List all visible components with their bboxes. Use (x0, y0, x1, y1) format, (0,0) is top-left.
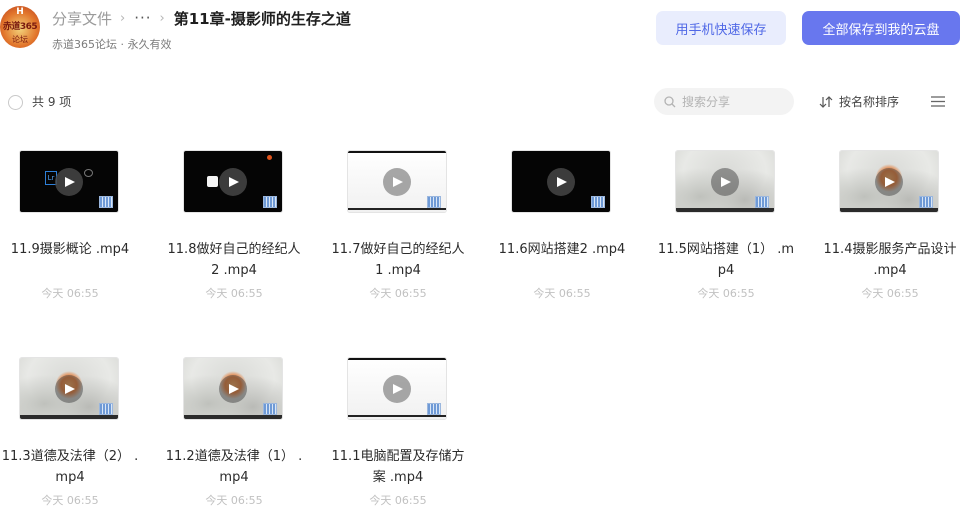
file-time: 今天 06:55 (369, 494, 427, 507)
dot-icon (267, 155, 272, 160)
sort-icon (819, 95, 833, 108)
search-box[interactable] (654, 88, 794, 115)
qr-code-icon (99, 403, 113, 415)
file-name[interactable]: 11.1电脑配置及存储方案 .mp4 (328, 446, 468, 488)
qr-code-icon (919, 196, 933, 208)
file-card[interactable]: Lr 11.9摄影概论 .mp4 今天 06:55 (0, 140, 129, 310)
play-icon[interactable] (55, 168, 83, 196)
video-thumbnail[interactable] (348, 151, 446, 212)
video-thumbnail[interactable] (184, 358, 282, 419)
play-triangle-icon (65, 177, 75, 187)
thumb-border (348, 415, 446, 417)
video-thumbnail[interactable] (184, 151, 282, 212)
file-name[interactable]: 11.8做好自己的经纪人2 .mp4 (164, 239, 304, 281)
play-icon[interactable] (547, 168, 575, 196)
file-time: 今天 06:55 (205, 494, 263, 507)
file-name[interactable]: 11.2道德及法律（1） .mp4 (164, 446, 304, 488)
file-card[interactable]: 11.7做好自己的经纪人1 .mp4 今天 06:55 (328, 140, 464, 310)
play-icon[interactable] (219, 375, 247, 403)
play-triangle-icon (721, 177, 731, 187)
file-name[interactable]: 11.5网站搭建（1） .mp4 (656, 239, 796, 281)
play-icon[interactable] (55, 375, 83, 403)
play-triangle-icon (557, 177, 567, 187)
qr-code-icon (427, 403, 441, 415)
video-thumbnail[interactable] (676, 151, 774, 212)
file-time: 今天 06:55 (861, 287, 919, 300)
file-card[interactable]: 11.2道德及法律（1） .mp4 今天 06:55 (164, 347, 302, 510)
file-card[interactable]: 11.3道德及法律（2） .mp4 今天 06:55 (0, 347, 138, 510)
breadcrumb: 分享文件 › ··· › 第11章-摄影师的生存之道 (52, 7, 351, 29)
play-icon[interactable] (383, 168, 411, 196)
file-time: 今天 06:55 (205, 287, 263, 300)
qr-code-icon (263, 403, 277, 415)
qr-code-icon (263, 196, 277, 208)
play-triangle-icon (229, 384, 239, 394)
list-view-icon[interactable] (931, 96, 945, 107)
thumb-border (348, 151, 446, 153)
file-time: 今天 06:55 (41, 494, 99, 507)
file-name[interactable]: 11.6网站搭建2 .mp4 (492, 239, 632, 260)
play-icon[interactable] (383, 375, 411, 403)
play-icon[interactable] (875, 168, 903, 196)
video-thumbnail[interactable] (20, 358, 118, 419)
play-triangle-icon (885, 177, 895, 187)
qr-code-icon (427, 196, 441, 208)
thumb-border (348, 358, 446, 360)
file-time: 今天 06:55 (697, 287, 755, 300)
play-triangle-icon (393, 384, 403, 394)
select-all-checkbox[interactable] (8, 95, 23, 110)
thumb-border (20, 415, 118, 419)
sort-label: 按名称排序 (839, 95, 900, 109)
breadcrumb-more[interactable]: ··· (134, 9, 151, 27)
file-name[interactable]: 11.3道德及法律（2） .mp4 (0, 446, 140, 488)
play-triangle-icon (393, 177, 403, 187)
play-icon[interactable] (711, 168, 739, 196)
avatar-subtitle: 论坛 (12, 35, 28, 44)
file-card[interactable]: 11.5网站搭建（1） .mp4 今天 06:55 (656, 140, 794, 310)
share-info: 赤道365论坛 · 永久有效 (52, 38, 172, 51)
play-triangle-icon (229, 177, 239, 187)
file-time: 今天 06:55 (533, 287, 591, 300)
file-card[interactable]: 11.4摄影服务产品设计 .mp4 今天 06:55 (820, 140, 956, 310)
search-icon (664, 95, 676, 107)
item-count: 共 9 项 (32, 95, 72, 109)
circle-icon (84, 169, 93, 177)
breadcrumb-current: 第11章-摄影师的生存之道 (173, 9, 351, 28)
breadcrumb-root[interactable]: 分享文件 (52, 8, 112, 29)
file-time: 今天 06:55 (369, 287, 427, 300)
save-all-button[interactable]: 全部保存到我的云盘 (802, 11, 960, 45)
file-card[interactable]: 11.8做好自己的经纪人2 .mp4 今天 06:55 (164, 140, 300, 310)
avatar-letter: H (16, 7, 24, 17)
thumb-border (184, 415, 282, 419)
play-triangle-icon (65, 384, 75, 394)
thumb-border (840, 208, 938, 212)
sharer-avatar: H 赤道365 论坛 (0, 6, 40, 48)
chevron-right-icon: › (120, 10, 126, 26)
file-name[interactable]: 11.7做好自己的经纪人1 .mp4 (328, 239, 468, 281)
thumb-border (348, 208, 446, 210)
video-thumbnail[interactable] (512, 151, 610, 212)
qr-code-icon (99, 196, 113, 208)
video-thumbnail[interactable] (840, 151, 938, 212)
share-page: H 赤道365 论坛 分享文件 › ··· › 第11章-摄影师的生存之道 赤道… (0, 0, 967, 510)
file-name[interactable]: 11.9摄影概论 .mp4 (0, 239, 140, 260)
qr-code-icon (591, 196, 605, 208)
play-icon[interactable] (219, 168, 247, 196)
video-thumbnail[interactable]: Lr (20, 151, 118, 212)
qr-code-icon (755, 196, 769, 208)
chevron-right-icon: › (159, 10, 165, 26)
file-name[interactable]: 11.4摄影服务产品设计 .mp4 (820, 239, 960, 281)
video-thumbnail[interactable] (348, 358, 446, 419)
file-card[interactable]: 11.1电脑配置及存储方案 .mp4 今天 06:55 (328, 347, 464, 510)
avatar-title: 赤道365 (2, 22, 38, 32)
thumb-border (676, 208, 774, 212)
sort-button[interactable]: 按名称排序 (819, 93, 899, 110)
file-time: 今天 06:55 (41, 287, 99, 300)
file-card[interactable]: 11.6网站搭建2 .mp4 今天 06:55 (492, 140, 625, 310)
apple-logo-icon (207, 176, 218, 187)
search-input[interactable] (682, 94, 782, 109)
phone-save-button[interactable]: 用手机快速保存 (656, 11, 786, 45)
